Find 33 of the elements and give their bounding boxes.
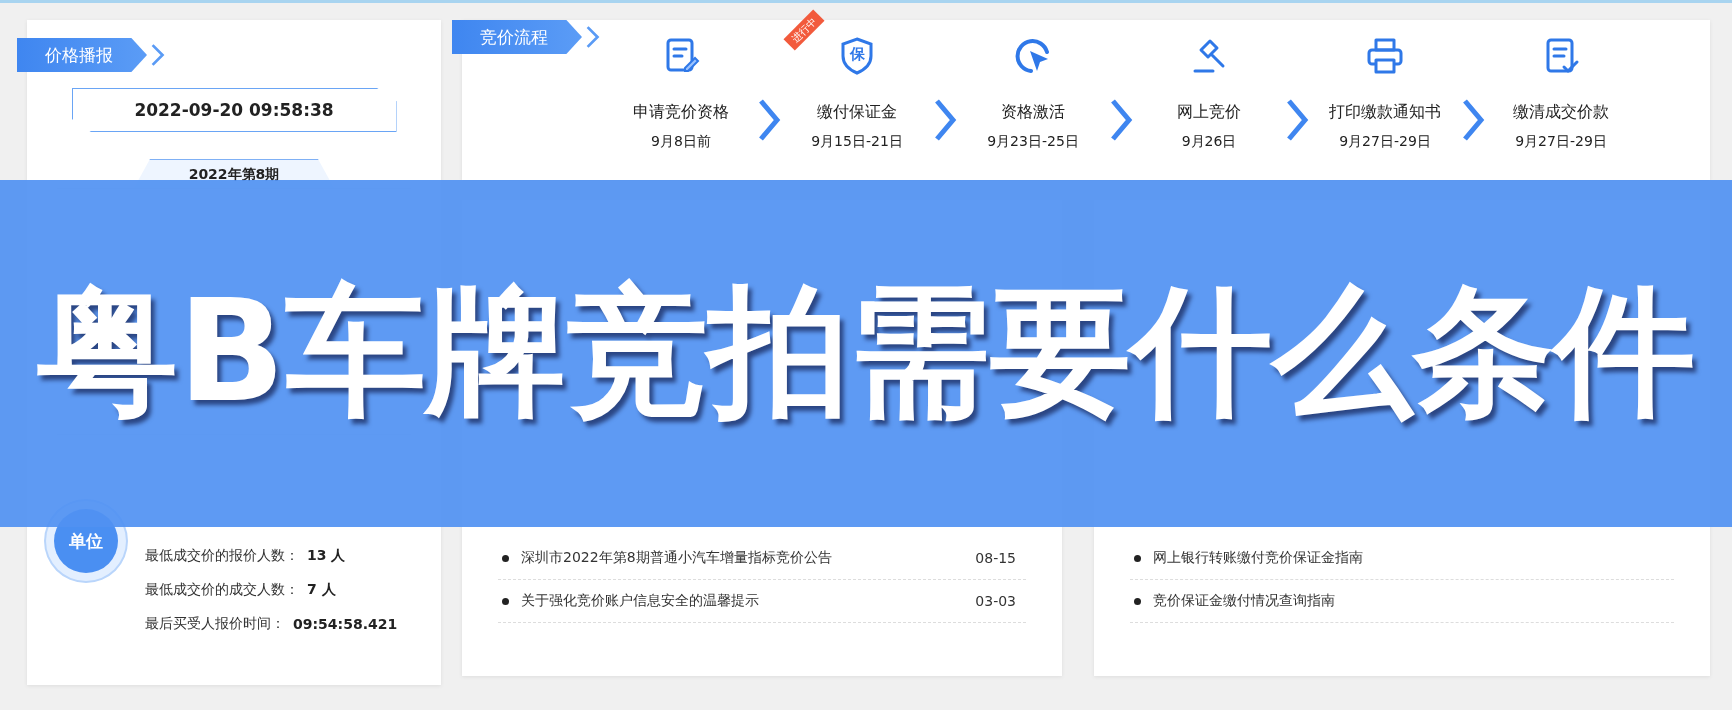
section-tag: 价格播报 (17, 38, 147, 72)
stat-row-text: 最低成交价的成交人数： 7 人 (145, 580, 337, 599)
printer-icon (1365, 36, 1405, 76)
step-name: 缴清成交价款 (1513, 102, 1609, 123)
step-name: 资格激活 (1001, 102, 1065, 123)
chevron-icon (149, 41, 167, 69)
article-date: 08-15 (975, 550, 1016, 566)
step-name: 申请竞价资格 (633, 102, 729, 123)
stat-row-text: 最低成交价的报价人数： 13 人 (145, 546, 347, 565)
stat-row-text: 最后买受人报价时间： 09:54:58.421 (145, 614, 398, 634)
step-name: 缴付保证金 (817, 102, 897, 123)
article-link[interactable]: 网上银行转账缴付竞价保证金指南 (1153, 549, 1674, 567)
chevron-icon (584, 23, 602, 51)
bullet-icon (502, 554, 509, 562)
banner-title: 粤B车牌竞拍需要什么条件 (36, 268, 1696, 435)
step-date: 9月23日-25日 (987, 133, 1079, 151)
article-link[interactable]: 关于强化竞价账户信息安全的温馨提示 (521, 592, 976, 610)
step-date: 9月8日前 (651, 133, 711, 151)
step-date: 9月15日-21日 (811, 133, 903, 151)
step-name: 网上竞价 (1177, 102, 1241, 123)
section-tag: 竞价流程 (452, 20, 582, 54)
step-date: 9月26日 (1181, 133, 1237, 151)
step-name: 打印缴款通知书 (1329, 102, 1441, 123)
step-date: 9月27日-29日 (1339, 133, 1431, 151)
step-date: 9月27日-29日 (1515, 133, 1607, 151)
bullet-icon (1134, 597, 1141, 605)
article-link[interactable]: 深圳市2022年第8期普通小汽车增量指标竞价公告 (521, 549, 976, 567)
datetime-display: 2022-09-20 09:58:38 (71, 88, 397, 132)
bullet-icon (502, 597, 509, 605)
bullet-icon (1134, 554, 1141, 562)
status-ribbon: 进行中 (783, 9, 825, 51)
article-date: 03-03 (975, 593, 1016, 609)
article-link[interactable]: 竞价保证金缴付情况查询指南 (1153, 592, 1674, 610)
